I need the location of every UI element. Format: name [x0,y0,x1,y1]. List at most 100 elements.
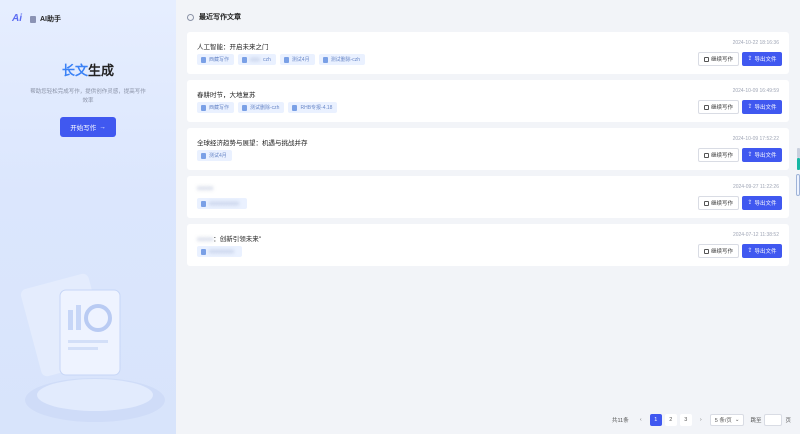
tag-label: 西藏写作 [209,105,230,111]
tag: xxxx czh [238,54,276,65]
section-header: 最近写作文章 [187,12,241,22]
document-icon [201,248,206,255]
article-card[interactable]: 人工智能：开启未来之门 西藏写作 xxxx czh 测试4月 测试删除-czh 2… [187,32,789,74]
edit-icon [703,248,709,254]
edit-icon [703,200,709,206]
tag-label-blurred: xxxx [250,56,261,63]
export-file-button[interactable]: ⇪ 导出文件 [742,100,782,114]
export-file-button[interactable]: ⇪ 导出文件 [742,52,782,66]
pagination: 共11条 ‹ 1 2 3 › 5 条/页 ⌄ 跳至 页 [612,414,791,426]
upload-icon: ⇪ [747,248,753,254]
total-count: 共11条 [612,418,629,424]
continue-writing-button[interactable]: 继续写作 [698,52,739,66]
title-blurred: xxxxx [197,185,214,192]
article-card[interactable]: xxxxx xxxxxxxxxxxx 2024-09-27 11:22:26 继… [187,176,789,218]
title-blurred: xxxxx [197,236,214,243]
tag-list: 西藏写作 xxxx czh 测试4月 测试删除-czh [197,54,366,65]
export-file-label: 导出文件 [754,57,777,63]
upload-icon: ⇪ [747,200,753,206]
document-icon [242,56,248,63]
article-title: 全球经济趋势与展望：机遇与挑战并存 [197,140,308,147]
upload-icon: ⇪ [747,152,753,158]
export-file-button[interactable]: ⇪ 导出文件 [742,148,782,162]
section-title: 最近写作文章 [199,14,241,21]
continue-writing-button[interactable]: 继续写作 [698,196,739,210]
upload-icon: ⇪ [747,104,753,110]
continue-writing-label: 继续写作 [710,249,733,255]
document-icon [201,200,206,207]
page-button-3[interactable]: 3 [679,414,692,426]
tag-list: 测试4月 [197,150,232,161]
export-file-button[interactable]: ⇪ 导出文件 [742,244,782,258]
jump-label: 跳至 [750,418,762,424]
main-content: 最近写作文章 人工智能：开启未来之门 西藏写作 xxxx czh 测试4月 测试删… [176,0,800,434]
chevron-down-icon: ⌄ [734,417,740,423]
feature-title: 长文生成 [0,60,176,79]
tag: 测试删除-czh [238,102,285,113]
tag: 测试4月 [279,54,315,65]
article-timestamp: 2024-10-09 16:49:59 [732,88,779,94]
export-file-label: 导出文件 [754,105,777,111]
logo-icon: Ai [12,13,22,24]
tag-label: 西藏写作 [209,57,230,63]
edit-icon [703,56,709,62]
tag: 测试4月 [197,150,232,161]
page-button-2[interactable]: 2 [664,414,677,426]
article-timestamp: 2024-10-09 17:52:22 [732,136,779,142]
tag-label: 测试4月 [209,153,227,159]
tag-label: 测试删除-czh [250,105,280,111]
tag-label: RHB专报-4.18 [300,105,333,111]
upload-icon: ⇪ [747,56,753,62]
continue-writing-button[interactable]: 继续写作 [698,148,739,162]
app-name: AI助手 [40,16,61,23]
start-writing-label: 开始写作 [70,125,97,132]
sidebar: Ai AI助手 长文生成 帮助您轻松完成写作，提供创作灵感，提高写作效率 开始写… [0,0,176,434]
chevron-left-icon[interactable]: ‹ [635,414,647,426]
continue-writing-button[interactable]: 继续写作 [698,100,739,114]
floating-panel-toggle[interactable] [796,174,800,196]
tag-list: 西藏写作 测试删除-czh RHB专报-4.18 [197,102,338,113]
tag: 西藏写作 [197,54,235,65]
continue-writing-label: 继续写作 [710,201,733,207]
tag-label: czh [263,56,271,63]
article-title: 春耕时节，大地复苏 [197,92,256,99]
page-jump-input[interactable] [764,414,783,426]
continue-writing-button[interactable]: 继续写作 [698,244,739,258]
tag-list: xxxxxxxxxx [197,246,242,257]
tag: 测试删除-czh [318,54,366,65]
feature-title-accent: 长文 [61,63,88,78]
chevron-right-icon[interactable]: › [695,414,707,426]
document-icon [322,56,328,63]
continue-writing-label: 继续写作 [710,57,733,63]
tag-label: 测试4月 [291,57,310,63]
edit-icon [703,104,709,110]
logo-separator [30,15,36,23]
export-file-label: 导出文件 [754,201,777,207]
document-icon [201,104,206,111]
page-unit-label: 页 [785,418,791,424]
page-size-value: 5 条/页 [714,418,732,424]
export-file-label: 导出文件 [754,249,777,255]
article-card[interactable]: 春耕时节，大地复苏 西藏写作 测试删除-czh RHB专报-4.18 2024-… [187,80,789,122]
continue-writing-label: 继续写作 [710,105,733,111]
document-icon [292,104,298,111]
article-card[interactable]: xxxxx：创新引领未来" xxxxxxxxxx 2024-07-12 11:3… [187,224,789,266]
export-file-button[interactable]: ⇪ 导出文件 [742,196,782,210]
page-size-select[interactable]: 5 条/页 ⌄ [709,414,745,426]
tag-label-blurred: xxxxxxxxxx [209,248,234,255]
start-writing-button[interactable]: 开始写作 → [60,117,116,137]
tag-label-blurred: xxxxxxxxxxxx [209,200,239,207]
page-button-1[interactable]: 1 [649,414,662,426]
article-card[interactable]: 全球经济趋势与展望：机遇与挑战并存 测试4月 2024-10-09 17:52:… [187,128,789,170]
document-icon [242,104,248,111]
app-logo: Ai AI助手 [12,12,61,26]
document-icon [201,152,206,159]
export-file-label: 导出文件 [754,153,777,159]
continue-writing-label: 继续写作 [710,153,733,159]
tag: xxxxxxxxxx [197,246,242,257]
article-timestamp: 2024-07-12 11:38:52 [732,232,779,238]
article-title: xxxxx：创新引领未来" [197,233,261,243]
document-icon [201,56,206,63]
tag: RHB专报-4.18 [288,102,338,113]
clock-icon [187,13,194,21]
